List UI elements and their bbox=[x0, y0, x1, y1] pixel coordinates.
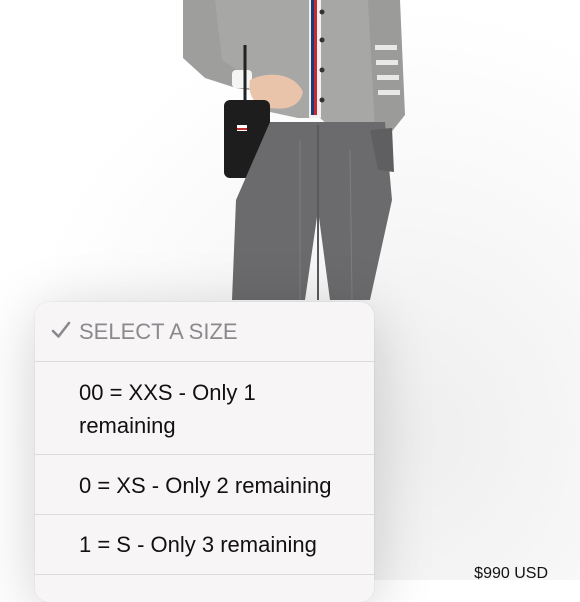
size-option-label: 1 = S - Only 3 remaining bbox=[79, 532, 317, 557]
size-option-label: SELECT A SIZE bbox=[79, 319, 238, 344]
size-option-xs[interactable]: 0 = XS - Only 2 remaining bbox=[35, 454, 374, 514]
size-option-xxs[interactable]: 00 = XXS - Only 1 remaining bbox=[35, 361, 374, 454]
size-option-label: 0 = XS - Only 2 remaining bbox=[79, 473, 332, 498]
size-option-placeholder[interactable]: SELECT A SIZE bbox=[35, 302, 374, 361]
size-select-dropdown[interactable]: SELECT A SIZE 00 = XXS - Only 1 remainin… bbox=[35, 302, 374, 602]
size-option-next[interactable] bbox=[35, 574, 374, 602]
size-option-label: 00 = XXS - Only 1 remaining bbox=[79, 380, 256, 438]
checkmark-icon bbox=[51, 321, 71, 338]
size-option-s[interactable]: 1 = S - Only 3 remaining bbox=[35, 514, 374, 574]
product-price: $990 USD bbox=[474, 565, 548, 582]
